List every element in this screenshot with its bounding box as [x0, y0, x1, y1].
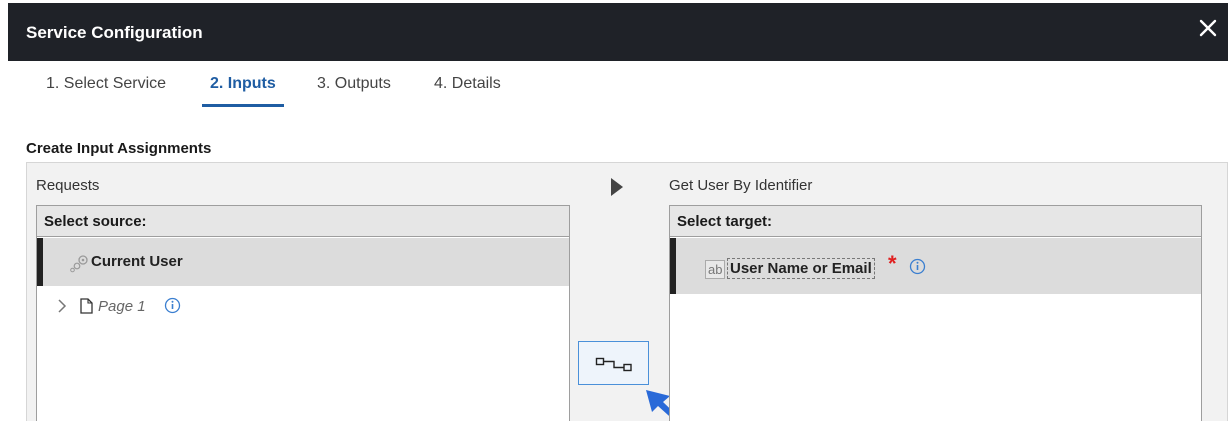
gears-icon	[69, 253, 91, 278]
target-item-user-name-or-email[interactable]: ab User Name or Email *	[670, 238, 1201, 294]
text-type-badge: ab	[705, 260, 726, 279]
section-title: Create Input Assignments	[26, 140, 212, 157]
play-arrow-icon	[610, 177, 624, 202]
source-pane-label: Requests	[36, 177, 100, 194]
connector-icon	[595, 356, 633, 377]
target-item-label: User Name or Email	[727, 258, 875, 279]
tab-select-service[interactable]: 1. Select Service	[46, 75, 166, 107]
source-item-label: Page 1	[98, 298, 146, 315]
close-icon[interactable]	[1196, 16, 1220, 40]
target-pane-header: Select target:	[670, 206, 1201, 237]
source-item-current-user[interactable]: Current User	[37, 238, 569, 286]
wizard-tabs: 1. Select Service 2. Inputs 3. Outputs 4…	[8, 61, 1228, 125]
chevron-right-icon[interactable]	[57, 298, 67, 319]
dialog-title: Service Configuration	[26, 23, 203, 42]
target-pane-label: Get User By Identifier	[669, 177, 813, 194]
tab-outputs[interactable]: 3. Outputs	[317, 75, 391, 107]
page-icon	[80, 298, 93, 319]
tab-details[interactable]: 4. Details	[434, 75, 501, 107]
target-pane: Select target: ab User Name or Email *	[669, 205, 1202, 421]
source-item-page-1[interactable]: Page 1	[37, 292, 337, 322]
source-pane: Select source: Current User Page 1	[36, 205, 570, 421]
tab-inputs[interactable]: 2. Inputs	[202, 75, 284, 107]
info-icon[interactable]	[164, 297, 181, 319]
dialog-titlebar: Service Configuration	[8, 3, 1228, 61]
map-assignment-button[interactable]	[578, 341, 649, 385]
required-mark: *	[888, 251, 897, 276]
info-icon[interactable]	[909, 258, 926, 280]
source-item-label: Current User	[91, 253, 183, 270]
source-pane-header: Select source:	[37, 206, 569, 237]
